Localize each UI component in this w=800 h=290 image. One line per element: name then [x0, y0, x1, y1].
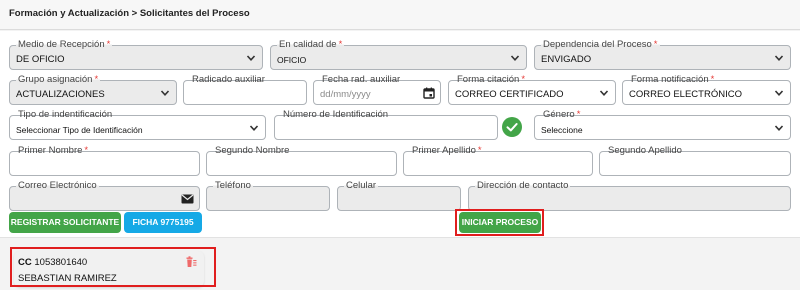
radicado-auxiliar-input[interactable]: Radicado auxiliar	[183, 74, 307, 105]
fecha-rad-auxiliar-input[interactable]: Fecha rad. auxiliar dd/mm/yyyy	[313, 74, 441, 105]
forma-citacion-select[interactable]: Forma citación * CORREO CERTIFICADO	[448, 74, 616, 105]
tipo-identificacion-value: Seleccionar Tipo de Identificación	[16, 125, 143, 135]
required-marker: *	[653, 39, 658, 50]
breadcrumb-title: Formación y Actualización > Solicitantes…	[9, 8, 250, 19]
numero-identificacion-label: Número de Identificación	[281, 109, 391, 120]
segundo-nombre-label: Segundo Nombre	[213, 145, 292, 156]
direccion-contacto-label: Dirección de contacto	[475, 180, 571, 191]
correo-electronico-input[interactable]: Correo Electrónico	[9, 180, 200, 211]
tipo-identificacion-select[interactable]: Tipo de indentificación Seleccionar Tipo…	[9, 109, 266, 140]
chevron-down-icon	[249, 125, 259, 131]
ficha-button[interactable]: FICHA 9775195	[124, 212, 202, 233]
primer-nombre-input[interactable]: Primer Nombre *	[9, 145, 200, 176]
en-calidad-de-label: En calidad de	[279, 39, 337, 50]
numero-identificacion-input[interactable]: Número de Identificación	[274, 109, 498, 140]
en-calidad-de-value: OFICIO	[277, 55, 307, 65]
grupo-asignacion-value: ACTUALIZACIONES	[16, 89, 105, 100]
tipo-identificacion-label: Tipo de indentificación	[16, 109, 115, 120]
dependencia-select[interactable]: Dependencia del Proceso * ENVIGADO	[534, 39, 791, 70]
chevron-down-icon	[246, 55, 256, 61]
page-header: Formación y Actualización > Solicitantes…	[0, 0, 800, 30]
primer-nombre-label: Primer Nombre	[18, 145, 83, 156]
validate-id-button[interactable]	[502, 117, 522, 137]
segundo-nombre-input[interactable]: Segundo Nombre	[206, 145, 397, 176]
required-marker: *	[521, 74, 526, 85]
grupo-asignacion-label: Grupo asignación	[18, 74, 93, 85]
chevron-down-icon	[599, 90, 609, 96]
grupo-asignacion-select[interactable]: Grupo asignación * ACTUALIZACIONES	[9, 74, 177, 105]
dependencia-value: ENVIGADO	[541, 54, 592, 65]
forma-citacion-value: CORREO CERTIFICADO	[455, 89, 564, 100]
medio-recepcion-select[interactable]: Medio de Recepción * DE OFICIO	[9, 39, 263, 70]
medio-recepcion-label: Medio de Recepción	[18, 39, 105, 50]
required-marker: *	[477, 145, 482, 156]
required-marker: *	[338, 39, 343, 50]
chevron-down-icon	[774, 125, 784, 131]
chevron-down-icon	[160, 90, 170, 96]
en-calidad-de-select[interactable]: En calidad de * OFICIO	[270, 39, 527, 70]
applicant-form: Medio de Recepción * DE OFICIO En calidad…	[0, 31, 800, 238]
envelope-icon	[181, 194, 194, 204]
primer-apellido-label: Primer Apellido	[412, 145, 476, 156]
celular-label: Celular	[344, 180, 379, 191]
medio-recepcion-value: DE OFICIO	[16, 54, 65, 65]
primer-apellido-input[interactable]: Primer Apellido *	[403, 145, 593, 176]
segundo-apellido-input[interactable]: Segundo Apellido	[599, 145, 791, 176]
highlight-requester-card	[10, 247, 216, 287]
highlight-iniciar-proceso	[455, 209, 544, 236]
required-marker: *	[710, 74, 715, 85]
forma-citacion-label: Forma citación	[457, 74, 520, 85]
required-marker: *	[576, 109, 581, 120]
required-marker: *	[84, 145, 89, 156]
chevron-down-icon	[774, 90, 784, 96]
genero-label: Género	[543, 109, 575, 120]
chevron-down-icon	[774, 55, 784, 61]
segundo-apellido-label: Segundo Apellido	[606, 145, 684, 156]
forma-notificacion-value: CORREO ELECTRÓNICO	[629, 89, 742, 100]
dependencia-label: Dependencia del Proceso	[543, 39, 652, 50]
telefono-label: Teléfono	[213, 180, 253, 191]
calendar-icon[interactable]	[423, 87, 435, 99]
required-marker: *	[94, 74, 99, 85]
fecha-placeholder: dd/mm/yyyy	[320, 89, 371, 100]
genero-value: Seleccione	[541, 125, 583, 135]
telefono-input[interactable]: Teléfono	[206, 180, 330, 211]
celular-input[interactable]: Celular	[337, 180, 461, 211]
chevron-down-icon	[510, 55, 520, 61]
required-marker: *	[106, 39, 111, 50]
correo-electronico-label: Correo Electrónico	[16, 180, 99, 191]
forma-notificacion-label: Forma notificación	[631, 74, 709, 85]
check-circle-icon	[506, 123, 518, 132]
registrar-solicitante-button[interactable]: REGISTRAR SOLICITANTE	[9, 212, 121, 233]
direccion-contacto-input[interactable]: Dirección de contacto	[468, 180, 791, 211]
app-frame: Formación y Actualización > Solicitantes…	[0, 0, 800, 290]
genero-select[interactable]: Género * Seleccione	[534, 109, 791, 140]
fecha-rad-auxiliar-label: Fecha rad. auxiliar	[320, 74, 403, 85]
forma-notificacion-select[interactable]: Forma notificación * CORREO ELECTRÓNICO	[622, 74, 791, 105]
radicado-auxiliar-label: Radicado auxiliar	[190, 74, 267, 85]
